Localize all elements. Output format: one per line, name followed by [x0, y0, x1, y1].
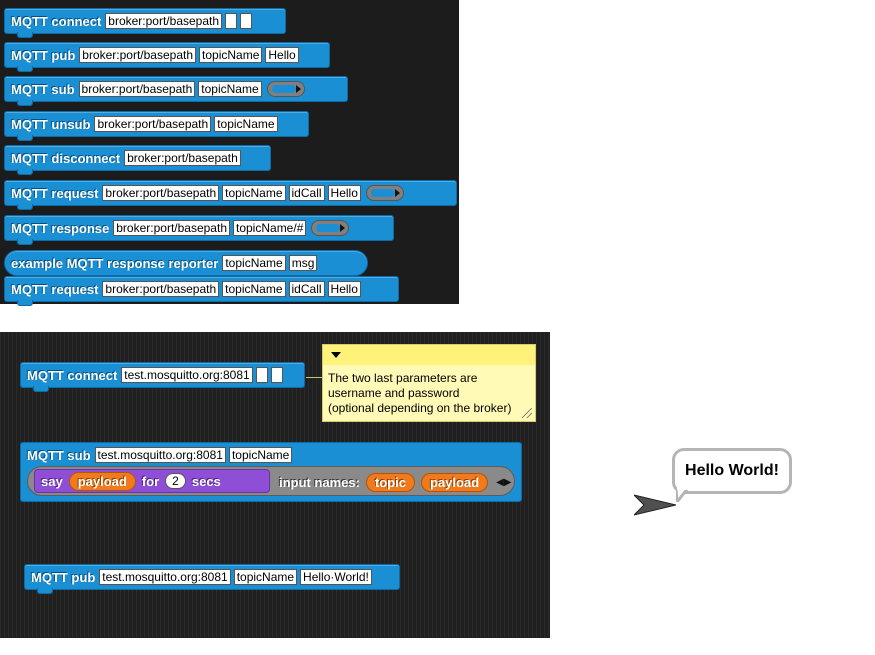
block-input-slot[interactable]: topicName [198, 81, 262, 97]
for-label: for [141, 473, 160, 489]
seconds-input[interactable]: 2 [165, 473, 186, 489]
block-input-slot[interactable]: Hello [265, 47, 299, 63]
expand-arrows-icon[interactable]: ◀▶ [496, 477, 511, 488]
block-input-slot[interactable]: topicName [222, 281, 286, 297]
block-label: MQTT connect [11, 13, 102, 29]
palette-block[interactable]: MQTT connect broker:port/basepath [4, 8, 286, 38]
bubble-text: Hello World! [685, 462, 779, 479]
mqtt-pub-block[interactable]: MQTT pub test.mosquitto.org:8081 topicNa… [24, 564, 400, 594]
block-label: MQTT disconnect [11, 150, 121, 166]
callback-ring[interactable]: say payload for 2 secs input names: topi… [27, 466, 515, 496]
sub-header: MQTT sub test.mosquitto.org:8081 topicNa… [27, 447, 295, 463]
topic-input[interactable]: topicName [228, 447, 293, 463]
payload-param[interactable]: payload [420, 473, 489, 492]
comment-box[interactable]: The two last parameters are username and… [322, 344, 536, 422]
comment-connector [306, 377, 322, 378]
comment-text[interactable]: The two last parameters are username and… [323, 365, 535, 416]
palette-block[interactable]: example MQTT response reporter topicName m… [4, 250, 368, 276]
block-input-slot[interactable]: idCall [288, 281, 325, 297]
palette-block[interactable]: MQTT response broker:port/basepath topicNa… [4, 215, 394, 245]
palette-block[interactable]: MQTT pub broker:port/basepath topicName Hel… [4, 42, 330, 72]
ring-slot-icon[interactable] [311, 220, 350, 236]
block-input-slot[interactable]: broker:port/basepath [102, 281, 220, 297]
block-label: MQTT pub [11, 47, 76, 63]
ring-slot-icon[interactable] [266, 81, 305, 97]
palette-block[interactable]: MQTT disconnect broker:port/basepath [4, 145, 271, 175]
block-input-slot[interactable]: topicName [214, 116, 278, 132]
comment-line: username and password [328, 386, 460, 400]
block-input-slot[interactable]: broker:port/basepath [124, 150, 241, 166]
say-label: say [41, 473, 63, 489]
say-for-secs-block[interactable]: say payload for 2 secs [34, 469, 270, 493]
mqtt-connect-block[interactable]: MQTT connect test.mosquitto.org:8081 [20, 362, 305, 392]
block-input-slot[interactable]: broker:port/basepath [94, 116, 212, 132]
block-label: MQTT unsub [11, 116, 91, 132]
palette-block[interactable]: MQTT sub broker:port/basepath topicName [4, 76, 348, 106]
topic-input[interactable]: topicName [233, 569, 298, 585]
block-label: MQTT request [11, 185, 99, 201]
comment-line: The two last parameters are [328, 371, 478, 385]
topic-param[interactable]: topic [365, 473, 415, 492]
block-input-slot[interactable]: Hello [327, 185, 361, 201]
broker-input[interactable]: test.mosquitto.org:8081 [94, 447, 226, 463]
block-input-slot[interactable]: broker:port/basepath [113, 220, 230, 236]
ring-slot-icon[interactable] [365, 185, 404, 201]
comment-line: (optional depending on the broker) [328, 401, 512, 415]
block-label: example MQTT response reporter [11, 255, 219, 271]
bubble-tail-icon [676, 488, 688, 502]
block-input-slot[interactable]: broker:port/basepath [105, 13, 223, 29]
palette-block[interactable]: MQTT unsub broker:port/basepath topicName [4, 111, 309, 141]
block-label: MQTT pub [31, 569, 96, 585]
block-label: MQTT sub [11, 81, 75, 97]
block-label: MQTT response [11, 220, 110, 236]
block-input-slot[interactable]: Hello [327, 281, 361, 297]
input-names: input names: topic payload ◀▶ [279, 473, 511, 492]
block-input-slot[interactable]: topicName [222, 185, 286, 201]
collapse-triangle-icon[interactable] [331, 352, 341, 358]
broker-input[interactable]: test.mosquitto.org:8081 [121, 367, 253, 383]
mqtt-sub-block[interactable]: MQTT sub test.mosquitto.org:8081 topicNa… [20, 442, 522, 502]
message-input[interactable]: Hello·World! [300, 569, 372, 585]
block-input-slot[interactable]: broker:port/basepath [102, 185, 220, 201]
broker-input[interactable]: test.mosquitto.org:8081 [99, 569, 231, 585]
block-label: MQTT connect [27, 367, 118, 383]
block-input-slot[interactable]: broker:port/basepath [79, 47, 197, 63]
comment-title-bar[interactable] [323, 345, 535, 365]
arrow-sprite-icon[interactable] [634, 493, 676, 517]
palette-block[interactable]: MQTT request broker:port/basepath topicNam… [4, 180, 457, 210]
block-input-slot[interactable]: idCall [288, 185, 325, 201]
block-input-slot[interactable]: topicName [222, 255, 286, 271]
block-input-slot[interactable] [225, 13, 238, 29]
resize-handle-icon[interactable] [522, 408, 532, 418]
payload-variable[interactable]: payload [68, 471, 136, 491]
secs-label: secs [191, 473, 221, 489]
block-input-slot[interactable]: topicName [199, 47, 263, 63]
block-input-slot[interactable]: topicName/# [233, 220, 307, 236]
block-label: MQTT request [11, 281, 99, 297]
block-label: MQTT sub [27, 447, 91, 463]
speech-bubble: Hello World! [672, 448, 792, 494]
input-names-label: input names: [279, 475, 360, 490]
username-input[interactable] [255, 367, 268, 383]
block-input-slot[interactable] [240, 13, 253, 29]
block-input-slot[interactable]: broker:port/basepath [78, 81, 196, 97]
password-input[interactable] [270, 367, 283, 383]
block-input-slot[interactable]: msg [288, 255, 318, 271]
palette-block[interactable]: MQTT request broker:port/basepath topicNam… [4, 276, 399, 306]
